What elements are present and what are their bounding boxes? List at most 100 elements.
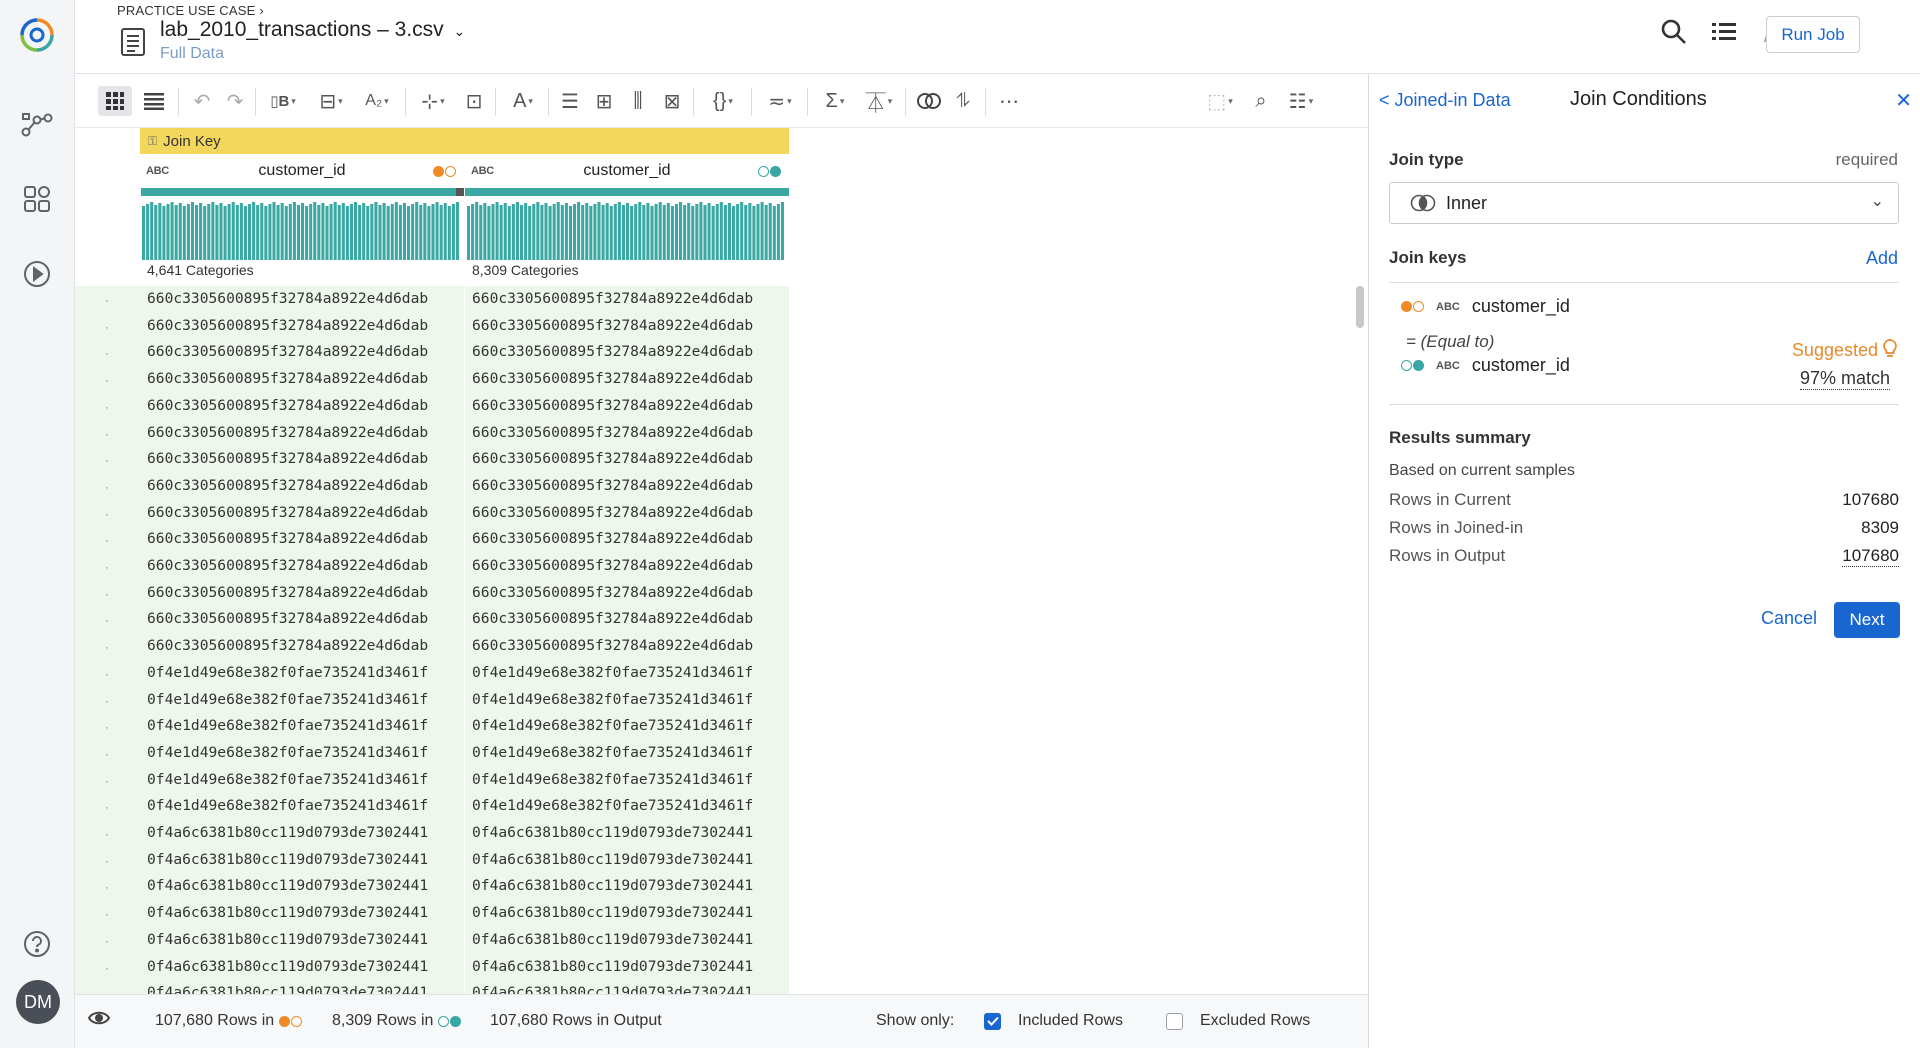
settings-sliders-icon[interactable]: ☷ ▾ <box>1280 86 1322 116</box>
hierarchy-icon[interactable]: ⏄ ▾ <box>859 86 899 116</box>
histogram-bar[interactable] <box>366 206 370 260</box>
histogram-bar[interactable] <box>305 206 309 260</box>
histogram-bar[interactable] <box>195 205 199 260</box>
cell-joined-customer-id[interactable]: 660c3305600895f32784a8922e4d6dab <box>472 580 753 607</box>
histogram-bar[interactable] <box>511 204 515 260</box>
histogram-bar[interactable] <box>280 203 284 260</box>
excluded-rows-label[interactable]: Excluded Rows <box>1200 1012 1310 1030</box>
histogram-bar[interactable] <box>150 202 154 260</box>
histogram-bar[interactable] <box>235 205 239 260</box>
histogram-bar[interactable] <box>219 203 223 260</box>
histogram-bar[interactable] <box>776 204 780 260</box>
cell-joined-customer-id[interactable]: 660c3305600895f32784a8922e4d6dab <box>472 420 753 447</box>
histogram-bar[interactable] <box>544 203 548 260</box>
histogram-bar[interactable] <box>268 204 272 260</box>
histogram-bar[interactable] <box>666 203 670 260</box>
restructure-icon[interactable]: ⊟ ▾ <box>311 86 351 116</box>
histogram-bar[interactable] <box>524 203 528 260</box>
join-key-right[interactable]: ABC customer_id <box>1401 355 1570 376</box>
histogram-bar[interactable] <box>284 206 288 260</box>
column-header-joined[interactable]: ABC customer_id <box>465 156 789 186</box>
cell-current-customer-id[interactable]: 0f4a6c6381b80cc119d0793de7302441 <box>147 980 428 994</box>
cancel-button[interactable]: Cancel <box>1761 608 1817 629</box>
excluded-rows-checkbox[interactable]: Excluded Rows <box>1166 1012 1310 1030</box>
join-type-select[interactable]: Inner ⌄ <box>1389 182 1899 224</box>
histogram-bar[interactable] <box>292 202 296 260</box>
suggested-label[interactable]: Suggested <box>1792 338 1898 363</box>
histogram-bar[interactable] <box>211 202 215 260</box>
histogram-bar[interactable] <box>264 206 268 260</box>
dataset-title-text[interactable]: lab_2010_transactions – 3.csv <box>160 18 444 41</box>
histogram-bar[interactable] <box>711 206 715 260</box>
histogram-bar[interactable] <box>581 205 585 260</box>
histogram-bar[interactable] <box>613 204 617 260</box>
histogram-bar[interactable] <box>683 205 687 260</box>
histogram-bar[interactable] <box>515 202 519 260</box>
histogram-bar[interactable] <box>199 203 203 260</box>
histogram-bar[interactable] <box>764 205 768 260</box>
cell-joined-customer-id[interactable]: 0f4a6c6381b80cc119d0793de7302441 <box>472 927 753 954</box>
merge-icon[interactable]: ⊡ <box>458 86 490 116</box>
histogram-bar[interactable] <box>621 205 625 260</box>
join-key-right-name[interactable]: customer_id <box>1472 355 1570 376</box>
cell-joined-customer-id[interactable]: 660c3305600895f32784a8922e4d6dab <box>472 473 753 500</box>
histogram-bar[interactable] <box>260 203 264 260</box>
histogram-bar[interactable] <box>646 203 650 260</box>
histogram-bar[interactable] <box>333 202 337 260</box>
histogram-bar[interactable] <box>768 203 772 260</box>
histogram-bar[interactable] <box>390 204 394 260</box>
chevron-down-icon[interactable]: ⌄ <box>454 23 466 39</box>
cell-joined-customer-id[interactable]: 660c3305600895f32784a8922e4d6dab <box>472 313 753 340</box>
cell-joined-customer-id[interactable]: 660c3305600895f32784a8922e4d6dab <box>472 446 753 473</box>
histogram-bar[interactable] <box>370 204 374 260</box>
histogram-bar[interactable] <box>349 204 353 260</box>
histogram-bar[interactable] <box>642 205 646 260</box>
histogram-bar[interactable] <box>158 203 162 260</box>
histogram-bar[interactable] <box>556 202 560 260</box>
histogram-bar[interactable] <box>231 202 235 260</box>
histogram-bar[interactable] <box>471 204 475 260</box>
histogram-bar[interactable] <box>593 204 597 260</box>
histogram-bar[interactable] <box>431 204 435 260</box>
histogram-bar[interactable] <box>186 204 190 260</box>
cell-current-customer-id[interactable]: 0f4e1d49e68e382f0fae735241d3461f <box>147 713 428 740</box>
histogram-bar[interactable] <box>483 203 487 260</box>
histogram-bar[interactable] <box>585 203 589 260</box>
histogram-joined[interactable] <box>467 198 787 260</box>
cell-current-customer-id[interactable]: 660c3305600895f32784a8922e4d6dab <box>147 473 428 500</box>
selection-icon[interactable]: ⬚ ▾ <box>1200 86 1240 116</box>
cell-current-customer-id[interactable]: 660c3305600895f32784a8922e4d6dab <box>147 606 428 633</box>
histogram-bar[interactable] <box>402 203 406 260</box>
search-icon[interactable] <box>1660 18 1688 51</box>
histogram-bar[interactable] <box>699 202 703 260</box>
cell-current-customer-id[interactable]: 660c3305600895f32784a8922e4d6dab <box>147 580 428 607</box>
recipe-list-icon[interactable] <box>1710 18 1738 51</box>
cell-current-customer-id[interactable]: 0f4e1d49e68e382f0fae735241d3461f <box>147 740 428 767</box>
cell-current-customer-id[interactable]: 660c3305600895f32784a8922e4d6dab <box>147 339 428 366</box>
cell-current-customer-id[interactable]: 660c3305600895f32784a8922e4d6dab <box>147 500 428 527</box>
histogram-bar[interactable] <box>732 206 736 260</box>
histogram-bar[interactable] <box>703 205 707 260</box>
histogram-bar[interactable] <box>679 202 683 260</box>
histogram-bar[interactable] <box>435 202 439 260</box>
histogram-bar[interactable] <box>650 206 654 260</box>
insert-row-icon[interactable]: ☰ <box>555 86 585 116</box>
histogram-bar[interactable] <box>252 202 256 260</box>
join-key-left[interactable]: ABC customer_id <box>1401 296 1570 317</box>
histogram-bar[interactable] <box>723 205 727 260</box>
histogram-bar[interactable] <box>354 202 358 260</box>
histogram-bar[interactable] <box>674 204 678 260</box>
histogram-bar[interactable] <box>638 202 642 260</box>
match-percentage[interactable]: 97% match <box>1799 368 1890 390</box>
histogram-bar[interactable] <box>691 206 695 260</box>
histogram-bar[interactable] <box>744 205 748 260</box>
histogram-bar[interactable] <box>609 206 613 260</box>
change-type-icon[interactable]: ▯B ▾ <box>263 86 303 116</box>
histogram-bar[interactable] <box>780 202 784 260</box>
histogram-bar[interactable] <box>475 202 479 260</box>
histogram-bar[interactable] <box>321 203 325 260</box>
histogram-bar[interactable] <box>752 206 756 260</box>
cell-current-customer-id[interactable]: 0f4e1d49e68e382f0fae735241d3461f <box>147 767 428 794</box>
split-column-icon[interactable]: ⊹ ▾ <box>413 86 453 116</box>
cell-joined-customer-id[interactable]: 0f4a6c6381b80cc119d0793de7302441 <box>472 820 753 847</box>
